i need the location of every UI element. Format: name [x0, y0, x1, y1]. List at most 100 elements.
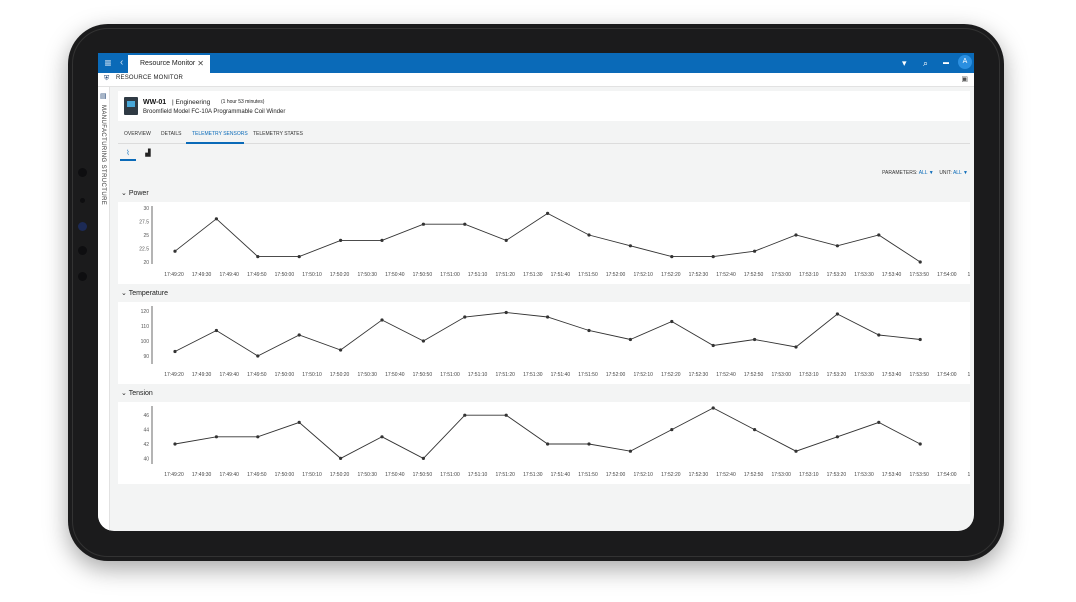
data-point [173, 442, 177, 446]
back-icon[interactable]: ‹ [120, 56, 123, 70]
data-point [877, 333, 881, 337]
y-tick-label: 30 [143, 206, 149, 212]
x-tick-label: 17:51:30 [523, 372, 543, 378]
tab-label: Resource Monitor [140, 60, 196, 67]
page-title: RESOURCE MONITOR [116, 75, 184, 81]
tab-telemetry-states[interactable]: TELEMETRY STATES [253, 131, 303, 137]
data-point [546, 315, 550, 319]
x-tick-label: 17:51:20 [495, 272, 515, 278]
x-tick-label: 17:53:00 [771, 272, 791, 278]
chat-icon[interactable]: ▬ [943, 56, 949, 70]
data-point [711, 255, 715, 259]
data-point [628, 449, 632, 453]
tablet-sensor-2 [78, 246, 87, 255]
close-icon[interactable]: ✕ [197, 55, 204, 73]
view-toggle: ⌇ ▟ [118, 149, 162, 161]
data-point [753, 249, 757, 253]
x-tick-label: 17:52:10 [633, 272, 653, 278]
x-tick-label: 17:50:10 [302, 372, 322, 378]
x-tick-label: 17:50:20 [330, 372, 350, 378]
x-tick-label: 17:50:20 [330, 472, 350, 478]
x-tick-label: 17:49:50 [247, 272, 267, 278]
top-bar: ≡ ‹ Resource Monitor ✕ ▾ ⌕ ▬ A [98, 53, 974, 73]
x-tick-label: 17:49:40 [219, 272, 239, 278]
x-tick-label: 17:51:30 [523, 472, 543, 478]
machine-icon [124, 97, 138, 115]
resource-duration: (1 hour 53 minutes) [221, 99, 265, 105]
menu-icon[interactable]: ≡ [98, 53, 118, 73]
series-line [174, 407, 921, 459]
y-tick-label: 27.5 [139, 220, 149, 226]
x-tick-label: 17:50:50 [413, 272, 433, 278]
data-point [421, 222, 425, 226]
data-point [463, 413, 467, 417]
x-tick-label: 17:52:40 [716, 372, 736, 378]
series-line [174, 212, 921, 263]
x-tick-label: 17:53:20 [827, 472, 847, 478]
avatar[interactable]: A [958, 55, 972, 69]
data-point [753, 337, 757, 342]
data-point [256, 354, 260, 358]
parameters-filter[interactable]: PARAMETERS: ALL ▼ [882, 170, 934, 176]
data-point [918, 442, 922, 446]
section-tension[interactable]: ⌄ Tension [121, 389, 153, 397]
x-tick-label: 17:50:40 [385, 272, 405, 278]
data-point [546, 211, 550, 215]
power-chart-svg: 20 22.5 25 27.5 30 17:49:20 17:49:30 17:49:40 17… [139, 206, 970, 278]
active-tab-indicator [186, 142, 244, 144]
section-temperature[interactable]: ⌄ Temperature [121, 289, 168, 297]
x-tick-label: 17:53:30 [854, 372, 874, 378]
panel-icon[interactable]: ▤ [100, 92, 107, 100]
x-tick-label: 17:51:10 [468, 272, 488, 278]
x-tick-label: 17:50:10 [302, 472, 322, 478]
data-point [670, 319, 674, 324]
chart-filters: PARAMETERS: ALL ▼ UNIT: ALL ▼ [882, 170, 968, 176]
y-tick-label: 90 [143, 354, 149, 360]
chevron-down-icon[interactable]: ▾ [902, 56, 907, 70]
y-tick-label: 46 [143, 413, 149, 419]
data-point [587, 233, 591, 237]
x-tick-label: 17:52:10 [633, 472, 653, 478]
unit-filter[interactable]: UNIT: ALL ▼ [939, 170, 968, 176]
data-point [711, 406, 715, 410]
y-tick-label: 110 [141, 324, 149, 330]
x-tick-label: 17:53:50 [909, 372, 929, 378]
data-point [339, 238, 343, 242]
x-tick-label: 17:52:50 [744, 372, 764, 378]
search-icon[interactable]: ⌕ [923, 56, 928, 70]
data-point [463, 315, 467, 319]
data-point [380, 435, 384, 439]
y-tick-label: 42 [143, 442, 149, 448]
tab-resource-monitor[interactable]: Resource Monitor ✕ [128, 55, 210, 73]
window-icon[interactable]: ▣ [961, 75, 968, 83]
x-tick-label: 17:53:30 [854, 472, 874, 478]
x-tick-label: 17:49:50 [247, 472, 267, 478]
x-tick-label: 17:49:50 [247, 372, 267, 378]
data-point [380, 318, 384, 322]
x-tick-label: 17:53:50 [909, 272, 929, 278]
tab-telemetry-sensors[interactable]: TELEMETRY SENSORS [192, 131, 248, 137]
x-tick-label: 17:50:30 [357, 372, 377, 378]
resource-monitor-icon: ⛨ [104, 75, 110, 82]
data-point [711, 343, 715, 348]
x-tick-label: 17:53:20 [827, 272, 847, 278]
sidebar: ▤ MANUFACTURING STRUCTURE [98, 87, 110, 531]
x-tick-label: 17:50:30 [357, 272, 377, 278]
bar-chart-icon[interactable]: ▟ [140, 149, 156, 161]
x-tick-label: 17:54: [967, 272, 970, 278]
x-tick-label: 17:49:30 [192, 372, 212, 378]
x-tick-label: 17:50:50 [413, 472, 433, 478]
data-point [587, 442, 591, 446]
data-point [173, 349, 177, 354]
tab-details[interactable]: DETAILS [161, 131, 181, 137]
data-point [380, 238, 384, 242]
x-tick-label: 17:52:10 [633, 372, 653, 378]
data-point [504, 413, 508, 417]
tab-overview[interactable]: OVERVIEW [124, 131, 151, 137]
x-tick-label: 17:52:20 [661, 472, 681, 478]
section-power[interactable]: ⌄ Power [121, 189, 149, 197]
y-tick-label: 40 [143, 456, 149, 462]
chevron-down-icon: ▼ [928, 170, 934, 176]
sidebar-label[interactable]: MANUFACTURING STRUCTURE [100, 105, 106, 205]
line-chart-icon[interactable]: ⌇ [120, 149, 136, 161]
